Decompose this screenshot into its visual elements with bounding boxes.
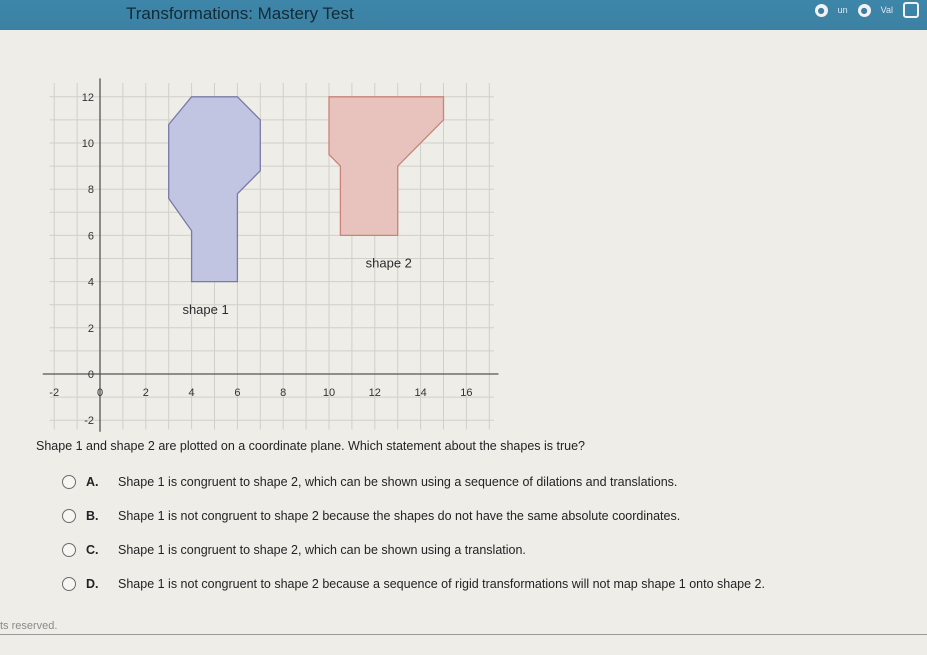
x-tick-label: 10 xyxy=(323,387,335,399)
radio-c[interactable] xyxy=(62,543,76,557)
x-tick-label: 8 xyxy=(280,387,286,399)
wifi-icon[interactable]: ● xyxy=(857,3,871,17)
y-tick-label: -2 xyxy=(84,415,94,427)
x-tick-label: 4 xyxy=(189,387,195,399)
x-tick-label: 6 xyxy=(234,387,240,399)
option-b-letter: B. xyxy=(86,509,99,523)
shape-2-label: shape 2 xyxy=(366,256,412,271)
x-tick-label: 14 xyxy=(414,387,426,399)
option-c[interactable]: C. Shape 1 is congruent to shape 2, whic… xyxy=(62,543,526,557)
window-icon[interactable] xyxy=(903,2,919,18)
radio-a[interactable] xyxy=(62,475,76,489)
option-b-text: Shape 1 is not congruent to shape 2 beca… xyxy=(118,509,681,523)
content-area: -2 0 2 4 6 8 10 12 14 16 12 10 8 6 4 2 0 -2 shape 1 shap… xyxy=(0,30,927,655)
y-tick-label: 0 xyxy=(88,369,94,381)
x-tick-label: 2 xyxy=(143,387,149,399)
x-tick-label: 0 xyxy=(97,387,103,399)
shape-1-label: shape 1 xyxy=(182,302,228,317)
option-a[interactable]: A. Shape 1 is congruent to shape 2, whic… xyxy=(62,475,677,489)
tray-label-1: un xyxy=(837,5,848,15)
y-tick-label: 6 xyxy=(88,230,94,242)
x-tick-label: -2 xyxy=(49,387,59,399)
tray-label-2: Val xyxy=(880,5,893,15)
option-d[interactable]: D. Shape 1 is not congruent to shape 2 b… xyxy=(62,577,765,591)
y-tick-label: 4 xyxy=(88,277,94,289)
footer-text: ts reserved. xyxy=(0,620,58,632)
system-tray: ● un ● Val xyxy=(814,2,919,18)
y-tick-labels: 12 10 8 6 4 2 0 -2 xyxy=(82,92,94,427)
option-c-letter: C. xyxy=(86,543,99,557)
question-text: Shape 1 and shape 2 are plotted on a coo… xyxy=(36,439,585,453)
y-tick-label: 12 xyxy=(82,92,94,104)
option-b[interactable]: B. Shape 1 is not congruent to shape 2 b… xyxy=(62,509,680,523)
status-icon[interactable]: ● xyxy=(814,3,828,17)
option-a-letter: A. xyxy=(86,475,99,489)
option-d-letter: D. xyxy=(86,577,99,591)
page-title: Transformations: Mastery Test xyxy=(126,4,354,23)
radio-b[interactable] xyxy=(62,509,76,523)
x-tick-label: 16 xyxy=(460,387,472,399)
y-tick-label: 8 xyxy=(88,184,94,196)
y-tick-label: 2 xyxy=(88,323,94,335)
radio-d[interactable] xyxy=(62,577,76,591)
x-tick-label: 12 xyxy=(369,387,381,399)
y-tick-label: 10 xyxy=(82,138,94,150)
coordinate-plane: -2 0 2 4 6 8 10 12 14 16 12 10 8 6 4 2 0 -2 shape 1 shap… xyxy=(42,78,499,432)
footer-divider xyxy=(0,634,927,635)
option-a-text: Shape 1 is congruent to shape 2, which c… xyxy=(118,475,678,489)
option-c-text: Shape 1 is congruent to shape 2, which c… xyxy=(118,543,526,557)
option-d-text: Shape 1 is not congruent to shape 2 beca… xyxy=(118,577,765,591)
